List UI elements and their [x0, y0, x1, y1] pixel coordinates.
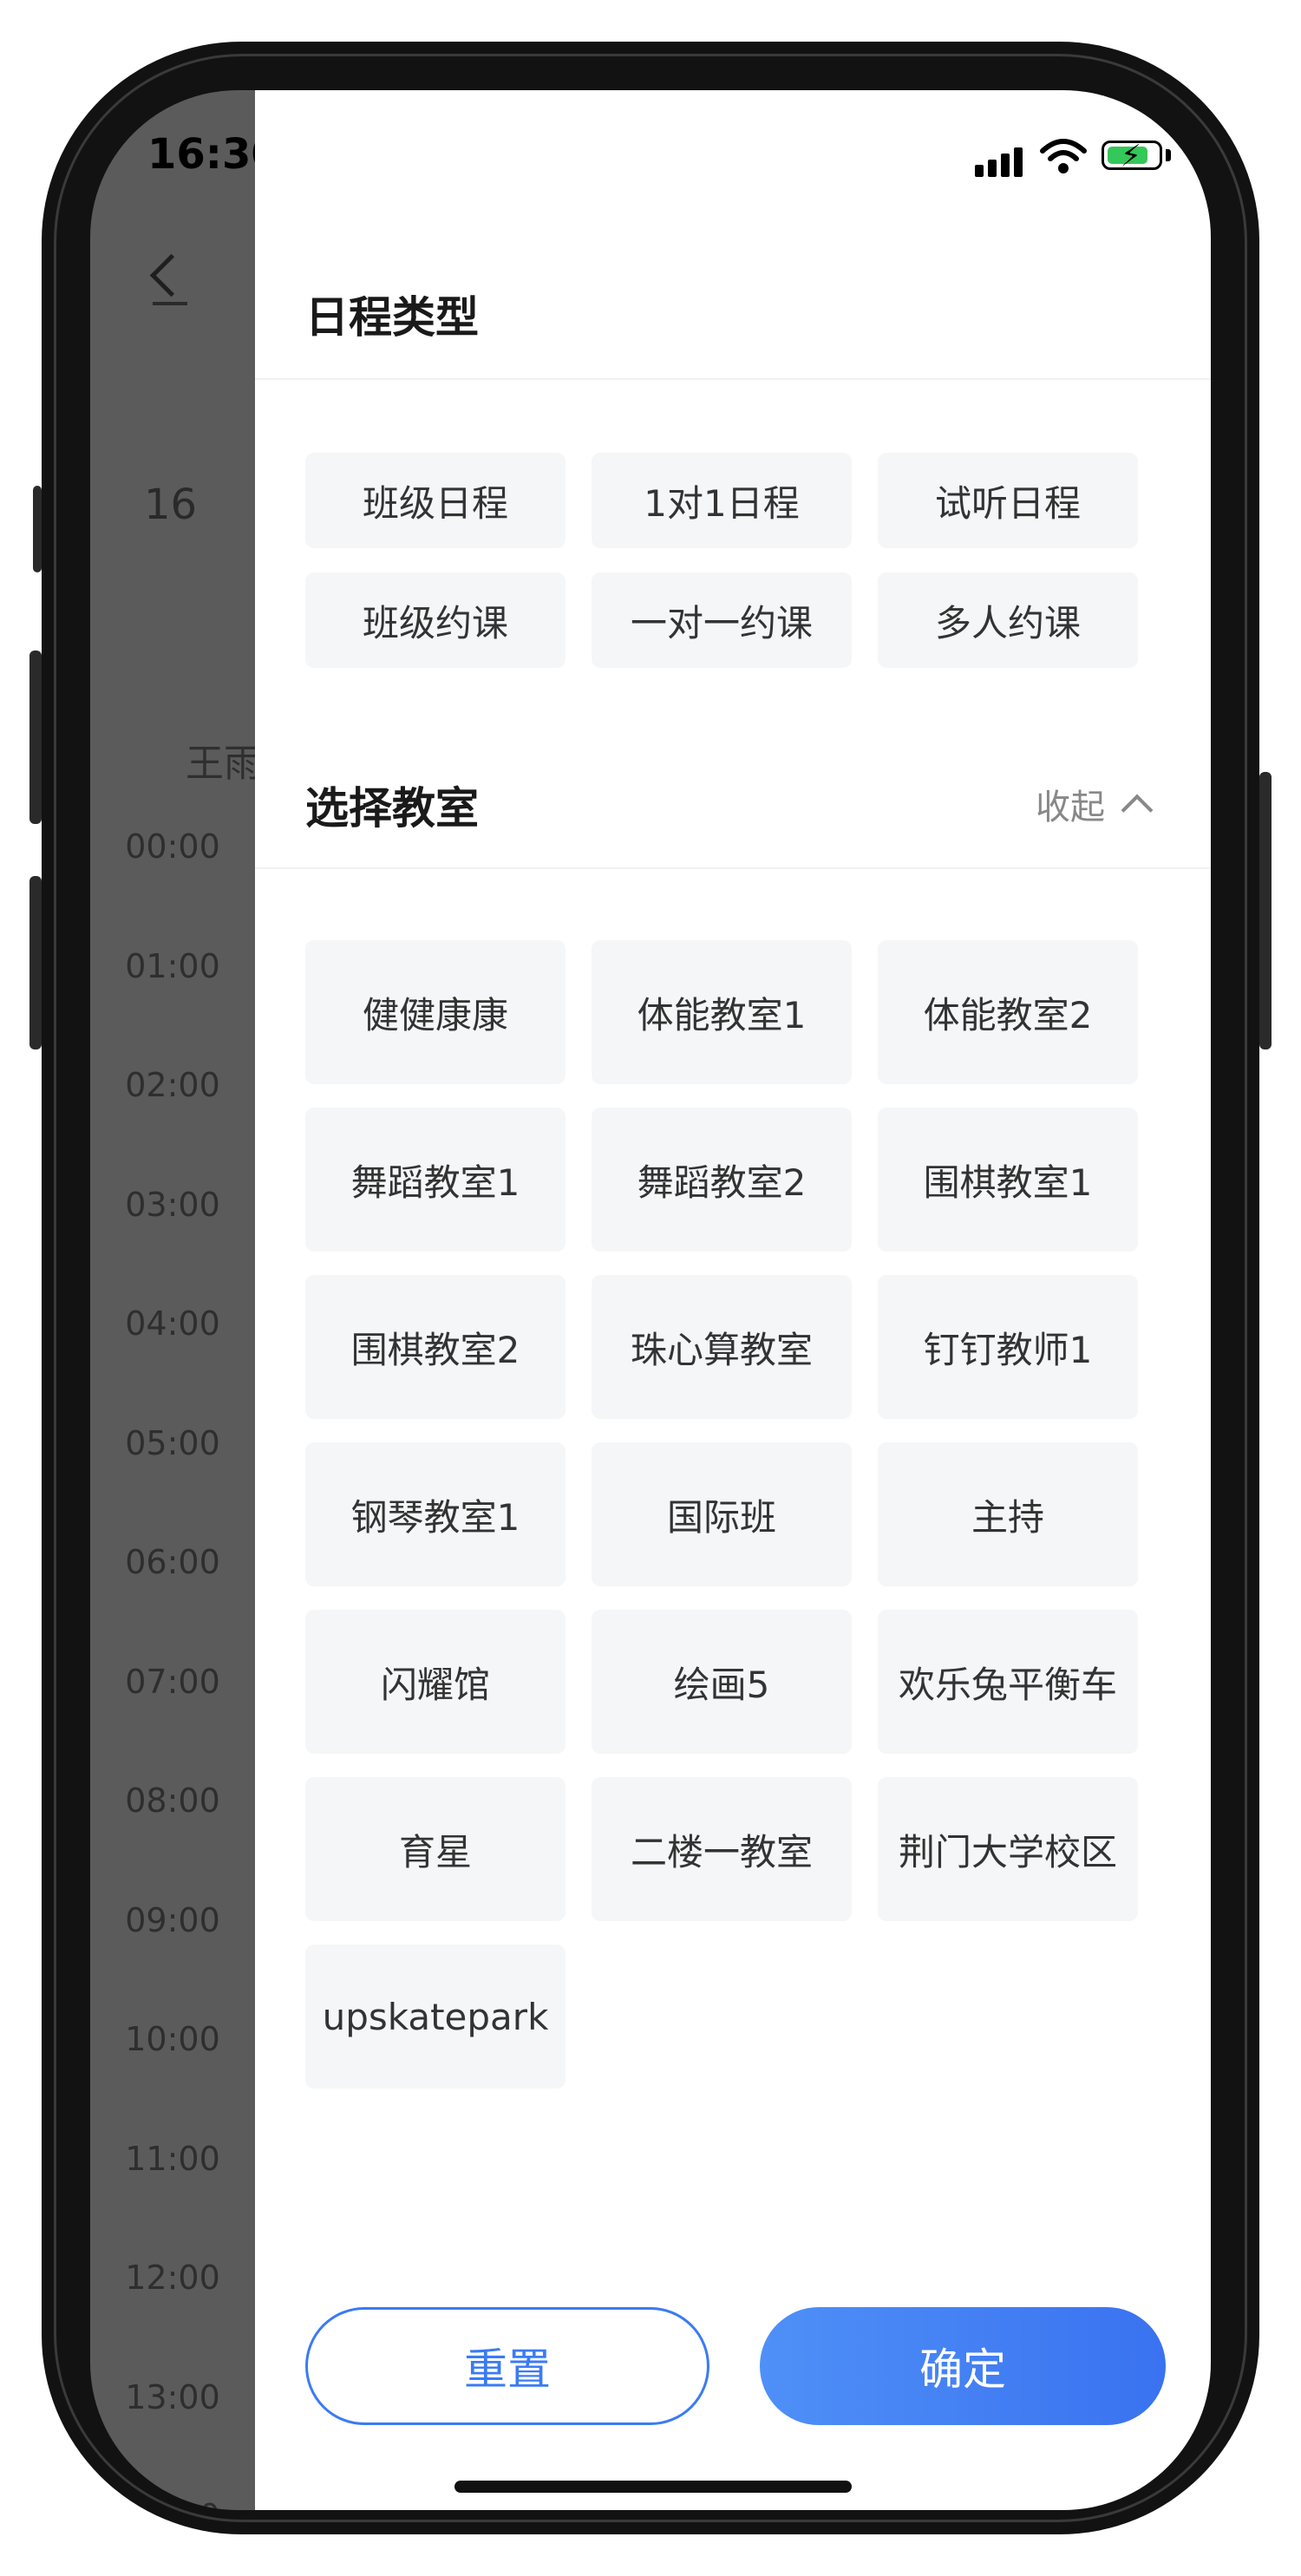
- schedule-type-chip[interactable]: 班级日程: [305, 453, 566, 548]
- time-label: 14:00: [125, 2497, 220, 2510]
- time-label: 08:00: [125, 1782, 220, 1820]
- collapse-label: 收起: [1036, 788, 1105, 827]
- classroom-chip[interactable]: 珠心算教室: [592, 1275, 852, 1419]
- side-button-power: [1259, 772, 1272, 1049]
- wifi-icon: [1040, 139, 1087, 173]
- classroom-title: 选择教室: [305, 783, 479, 834]
- side-button-action: [33, 486, 42, 572]
- time-label: 09:00: [125, 1900, 220, 1939]
- time-label: 11:00: [125, 2139, 220, 2178]
- schedule-type-chip[interactable]: 班级约课: [305, 572, 566, 668]
- classroom-chip[interactable]: upskatepark: [305, 1945, 566, 2089]
- background-calendar: 16 王雨 00:00 01:00 02:00 03:00 04:00 05:00 06:0…: [90, 90, 262, 2510]
- calendar-person: 王雨: [186, 742, 262, 786]
- time-label: 04:00: [125, 1304, 220, 1343]
- home-indicator[interactable]: [454, 2481, 852, 2493]
- charging-bolt-icon: ⚡: [1121, 139, 1141, 173]
- side-button-volume-up: [29, 651, 42, 824]
- cellular-signal-icon: [975, 146, 1023, 177]
- back-icon: [149, 253, 193, 297]
- classroom-chip[interactable]: 荆门大学校区: [878, 1777, 1138, 1921]
- classroom-chip[interactable]: 二楼一教室: [592, 1777, 852, 1921]
- schedule-type-chip[interactable]: 一对一约课: [592, 572, 852, 668]
- divider: [255, 378, 1211, 380]
- classroom-chip[interactable]: 钢琴教室1: [305, 1442, 566, 1586]
- time-label: 12:00: [125, 2259, 220, 2297]
- time-label: 13:00: [125, 2377, 220, 2416]
- time-label: 03:00: [125, 1185, 220, 1224]
- confirm-button[interactable]: 确定: [760, 2307, 1166, 2425]
- classroom-chip[interactable]: 育星: [305, 1777, 566, 1921]
- time-label: 00:00: [125, 827, 220, 866]
- collapse-toggle[interactable]: 收起: [1036, 779, 1154, 829]
- classroom-chip[interactable]: 舞蹈教室1: [305, 1108, 566, 1252]
- classroom-chip[interactable]: 围棋教室2: [305, 1275, 566, 1419]
- classroom-chip[interactable]: 闪耀馆: [305, 1610, 566, 1754]
- classroom-chip[interactable]: 钉钉教师1: [878, 1275, 1138, 1419]
- screen: 16 王雨 00:00 01:00 02:00 03:00 04:00 05:00 06:0…: [90, 90, 1211, 2510]
- classroom-chip[interactable]: 绘画5: [592, 1610, 852, 1754]
- schedule-type-chip[interactable]: 试听日程: [878, 453, 1138, 548]
- chevron-up-icon: [1121, 794, 1154, 827]
- calendar-day: 16: [144, 481, 198, 529]
- time-label: 02:00: [125, 1066, 220, 1104]
- time-label: 10:00: [125, 2020, 220, 2058]
- classroom-chip[interactable]: 体能教室2: [878, 940, 1138, 1084]
- classroom-chip[interactable]: 国际班: [592, 1442, 852, 1586]
- time-label: 07:00: [125, 1662, 220, 1701]
- classroom-chip[interactable]: 体能教室1: [592, 940, 852, 1084]
- filter-drawer: 日程类型 班级日程 1对1日程 试听日程 班级约课 一对一约课 多人约课 选择教室 收起 …: [255, 90, 1211, 2510]
- classroom-chip[interactable]: 围棋教室1: [878, 1108, 1138, 1252]
- schedule-type-chip[interactable]: 多人约课: [878, 572, 1138, 668]
- battery-nub: [1166, 149, 1171, 161]
- schedule-type-title: 日程类型: [305, 292, 479, 343]
- dash-icon: [153, 302, 187, 305]
- classroom-chip[interactable]: 健健康康: [305, 940, 566, 1084]
- classroom-chip[interactable]: 欢乐兔平衡车: [878, 1610, 1138, 1754]
- classroom-chip[interactable]: 主持: [878, 1442, 1138, 1586]
- time-label: 05:00: [125, 1423, 220, 1462]
- time-label: 06:00: [125, 1543, 220, 1581]
- time-label: 01:00: [125, 946, 220, 985]
- reset-button[interactable]: 重置: [305, 2307, 709, 2425]
- divider: [255, 867, 1211, 869]
- side-button-volume-down: [29, 876, 42, 1049]
- schedule-type-chip[interactable]: 1对1日程: [592, 453, 852, 548]
- classroom-chip[interactable]: 舞蹈教室2: [592, 1108, 852, 1252]
